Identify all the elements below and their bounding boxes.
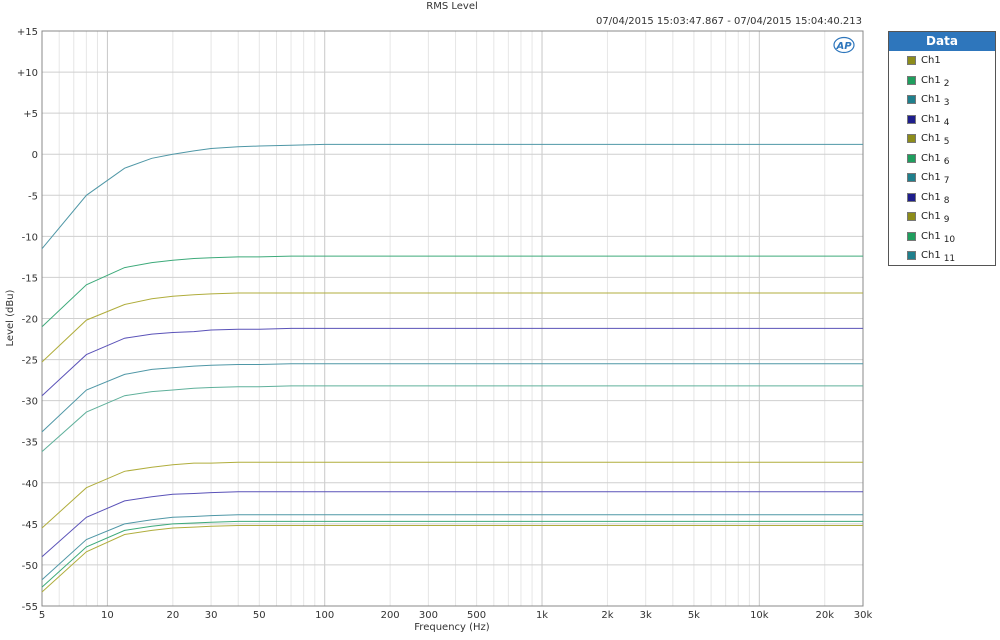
- legend: Data Ch1 Ch1 2 Ch1 3 Ch1 4 Ch1 5 Ch1 6 Ch1 7 Ch1 8 Ch1 9…: [888, 31, 996, 266]
- y-tick-label: -5: [28, 191, 38, 202]
- x-tick-label: 100: [315, 610, 334, 621]
- legend-label-index: 5: [943, 137, 950, 147]
- y-axis-label: Level (dBu): [5, 289, 16, 346]
- x-tick-label: 3k: [640, 610, 652, 621]
- legend-item-10: Ch1 10: [889, 227, 995, 247]
- x-axis-label: Frequency (Hz): [414, 622, 490, 633]
- legend-swatch: [907, 153, 916, 163]
- legend-item-8: Ch1 8: [889, 188, 995, 208]
- x-tick-label: 5: [39, 610, 45, 621]
- legend-swatch: [907, 173, 916, 182]
- legend-label: Ch1: [921, 211, 941, 222]
- rms-level-chart: RMS Level 07/04/2015 15:03:47.867 - 07/0…: [0, 0, 1000, 636]
- ap-logo: AP: [833, 36, 855, 54]
- legend-label: Ch1: [921, 230, 941, 242]
- legend-item-5: Ch1 5: [889, 129, 995, 149]
- legend-label-index: 11: [943, 254, 956, 264]
- series-line-2: [41, 255, 863, 328]
- legend-item-3: Ch1 3: [889, 90, 995, 110]
- legend-swatch: [907, 251, 916, 260]
- series-line-3: [41, 292, 863, 363]
- chart-subtitle: 07/04/2015 15:03:47.867 - 07/04/2015 15:…: [596, 16, 862, 27]
- legend-label-index: 4: [943, 117, 950, 128]
- y-tick-label: -25: [22, 356, 38, 367]
- tick-labels: +15 +10 +5 0 -5 -10 -15 -20 -25 -30 -35 -40 -45 -50 -5…: [17, 27, 873, 621]
- chart-canvas: RMS Level 07/04/2015 15:03:47.867 - 07/0…: [5, 1, 873, 633]
- legend-item-7: Ch1 7: [889, 168, 995, 188]
- legend-label: Ch1: [921, 172, 941, 183]
- x-tick-label: 1k: [536, 610, 548, 621]
- legend-swatch: [907, 114, 916, 124]
- legend-label: Ch1: [921, 191, 941, 203]
- legend-swatch: [907, 231, 916, 241]
- legend-swatch: [907, 212, 916, 221]
- legend-swatch: [907, 56, 916, 65]
- x-tick-label: 50: [253, 610, 266, 621]
- legend-item-11: Ch1 11: [889, 246, 995, 266]
- x-tick-label: 300: [419, 610, 438, 621]
- series-lines: [41, 143, 863, 593]
- y-tick-label: -55: [22, 602, 38, 613]
- x-tick-label: 10: [101, 610, 114, 621]
- x-tick-label: 30: [205, 610, 218, 621]
- ap-logo-text: AP: [835, 41, 852, 52]
- x-tick-label: 2k: [601, 610, 613, 621]
- y-tick-label: 0: [32, 150, 38, 161]
- y-tick-label: -50: [22, 561, 38, 572]
- y-tick-label: -45: [22, 520, 38, 531]
- legend-label: Ch1: [921, 113, 941, 125]
- legend-label-index: 2: [943, 78, 950, 89]
- y-tick-label: -35: [22, 438, 38, 449]
- x-tick-label: 5k: [688, 610, 700, 621]
- legend-label-index: 3: [943, 98, 950, 108]
- legend-item-1: Ch1: [889, 51, 995, 71]
- legend-label-index: 10: [943, 234, 956, 245]
- legend-label: Ch1: [921, 74, 941, 86]
- y-tick-label: -10: [22, 232, 38, 243]
- legend-item-6: Ch1 6: [889, 149, 995, 169]
- series-line-11: [41, 525, 863, 593]
- y-tick-label: +10: [17, 68, 38, 79]
- legend-swatch: [907, 75, 916, 85]
- legend-items: Ch1 Ch1 2 Ch1 3 Ch1 4 Ch1 5 Ch1 6 Ch1 7 Ch1 8 Ch1 9 Ch1 10…: [889, 51, 995, 266]
- legend-item-9: Ch1 9: [889, 207, 995, 227]
- legend-title: Data: [889, 32, 995, 51]
- y-tick-label: +15: [17, 27, 38, 38]
- legend-swatch: [907, 134, 916, 143]
- chart-title: RMS Level: [426, 1, 478, 12]
- legend-label: Ch1: [921, 250, 941, 261]
- legend-label: Ch1: [921, 94, 941, 105]
- y-tick-label: +5: [23, 109, 38, 120]
- legend-swatch: [907, 95, 916, 104]
- x-tick-label: 20: [166, 610, 179, 621]
- legend-label: Ch1: [921, 133, 941, 144]
- legend-item-4: Ch1 4: [889, 110, 995, 130]
- legend-label-index: 6: [943, 156, 950, 167]
- y-tick-label: -40: [22, 479, 38, 490]
- y-tick-label: -15: [22, 273, 38, 284]
- grid: [42, 30, 863, 607]
- legend-swatch: [907, 192, 916, 202]
- series-line-1: [41, 143, 863, 250]
- y-tick-label: -20: [22, 315, 38, 326]
- legend-label: Ch1: [921, 152, 941, 164]
- series-line-10: [41, 520, 863, 588]
- x-tick-label: 20k: [815, 610, 834, 621]
- legend-label-index: 8: [943, 195, 950, 206]
- x-tick-label: 200: [381, 610, 400, 621]
- x-tick-label: 500: [467, 610, 486, 621]
- legend-item-2: Ch1 2: [889, 71, 995, 91]
- legend-label: Ch1: [921, 55, 941, 66]
- x-tick-label: 30k: [854, 610, 873, 621]
- x-tick-label: 10k: [750, 610, 769, 621]
- y-tick-label: -30: [22, 397, 38, 408]
- series-line-5: [41, 363, 863, 433]
- legend-label-index: 7: [943, 176, 950, 186]
- legend-label-index: 9: [943, 215, 950, 225]
